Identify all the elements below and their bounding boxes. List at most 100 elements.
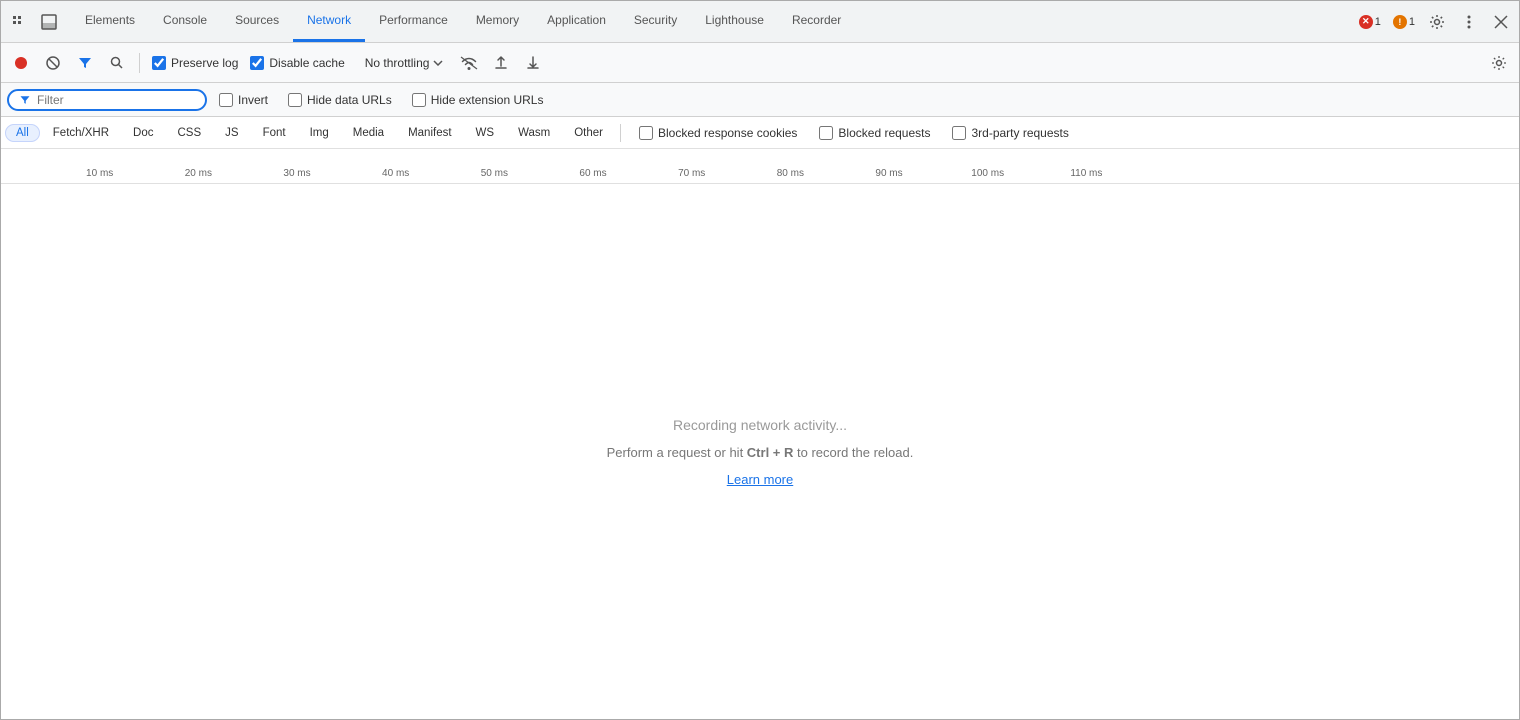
throttle-btn[interactable]: No throttling bbox=[357, 53, 452, 73]
hide-data-urls-label[interactable]: Hide data URLs bbox=[284, 91, 396, 109]
disable-cache-text: Disable cache bbox=[269, 56, 344, 70]
preserve-log-label[interactable]: Preserve log bbox=[148, 54, 242, 72]
empty-title: Recording network activity... bbox=[673, 417, 847, 433]
tab-bar-right: ✕ 1 ! 1 bbox=[1355, 8, 1515, 36]
tab-console[interactable]: Console bbox=[149, 1, 221, 42]
timeline-marker: 110 ms bbox=[1070, 168, 1102, 179]
throttle-wrap: No throttling bbox=[357, 53, 452, 73]
type-sep bbox=[620, 124, 621, 142]
empty-subtitle: Perform a request or hit Ctrl + R to rec… bbox=[607, 445, 914, 460]
hide-data-urls-text: Hide data URLs bbox=[307, 93, 392, 107]
type-btn-js[interactable]: JS bbox=[214, 124, 249, 142]
empty-state: Recording network activity... Perform a … bbox=[1, 184, 1519, 719]
blocked-requests-checkbox[interactable] bbox=[819, 126, 833, 140]
error-dot: ✕ bbox=[1359, 15, 1373, 29]
chevron-down-icon bbox=[433, 60, 443, 66]
settings-icon-btn[interactable] bbox=[1423, 8, 1451, 36]
network-settings-btn[interactable] bbox=[1485, 49, 1513, 77]
timeline-marker: 40 ms bbox=[382, 168, 409, 179]
type-btn-other[interactable]: Other bbox=[563, 124, 614, 142]
toolbar-sep-1 bbox=[139, 53, 140, 73]
tab-memory[interactable]: Memory bbox=[462, 1, 533, 42]
clear-btn[interactable] bbox=[39, 49, 67, 77]
filter-checkbox-group: Invert Hide data URLs Hide extension URL… bbox=[215, 91, 547, 109]
throttle-label: No throttling bbox=[365, 56, 430, 70]
hide-ext-urls-text: Hide extension URLs bbox=[431, 93, 544, 107]
tab-bar-icons bbox=[5, 8, 63, 36]
network-conditions-btn[interactable] bbox=[455, 49, 483, 77]
filter-row: Invert Hide data URLs Hide extension URL… bbox=[1, 83, 1519, 117]
tab-recorder[interactable]: Recorder bbox=[778, 1, 855, 42]
tab-lighthouse[interactable]: Lighthouse bbox=[691, 1, 778, 42]
timeline-marker: 10 ms bbox=[86, 168, 113, 179]
learn-more-link[interactable]: Learn more bbox=[727, 472, 793, 487]
3rd-party-checkbox[interactable] bbox=[952, 126, 966, 140]
error-badge[interactable]: ✕ 1 bbox=[1355, 13, 1385, 31]
blocked-cookies-label[interactable]: Blocked response cookies bbox=[635, 124, 801, 142]
empty-subtitle-pre: Perform a request or hit bbox=[607, 445, 747, 460]
tab-sources[interactable]: Sources bbox=[221, 1, 293, 42]
search-btn[interactable] bbox=[103, 49, 131, 77]
empty-subtitle-post: to record the reload. bbox=[793, 445, 913, 460]
upload-icon bbox=[493, 55, 509, 71]
extra-checkboxes: Blocked response cookies Blocked request… bbox=[635, 124, 1073, 142]
dock-icon-btn[interactable] bbox=[35, 8, 63, 36]
timeline-marker: 60 ms bbox=[579, 168, 606, 179]
type-btn-doc[interactable]: Doc bbox=[122, 124, 164, 142]
timeline-marker: 80 ms bbox=[777, 168, 804, 179]
close-icon-btn[interactable] bbox=[1487, 8, 1515, 36]
preserve-log-text: Preserve log bbox=[171, 56, 238, 70]
blocked-requests-text: Blocked requests bbox=[838, 126, 930, 140]
3rd-party-label[interactable]: 3rd-party requests bbox=[948, 124, 1072, 142]
invert-text: Invert bbox=[238, 93, 268, 107]
preserve-log-checkbox[interactable] bbox=[152, 56, 166, 70]
download-icon bbox=[525, 55, 541, 71]
blocked-cookies-text: Blocked response cookies bbox=[658, 126, 797, 140]
invert-checkbox[interactable] bbox=[219, 93, 233, 107]
more-icon-btn[interactable] bbox=[1455, 8, 1483, 36]
type-filter-row: All Fetch/XHR Doc CSS JS Font Img Media … bbox=[1, 117, 1519, 149]
export-btn[interactable] bbox=[519, 49, 547, 77]
tab-network[interactable]: Network bbox=[293, 1, 365, 42]
filter-icon-btn[interactable] bbox=[71, 49, 99, 77]
type-btn-ws[interactable]: WS bbox=[465, 124, 506, 142]
timeline-marker: 90 ms bbox=[875, 168, 902, 179]
tab-elements[interactable]: Elements bbox=[71, 1, 149, 42]
filter-funnel-icon bbox=[19, 94, 31, 106]
filter-input[interactable] bbox=[37, 93, 177, 107]
timeline-marker: 70 ms bbox=[678, 168, 705, 179]
type-btn-img[interactable]: Img bbox=[299, 124, 340, 142]
disable-cache-label[interactable]: Disable cache bbox=[246, 54, 348, 72]
3rd-party-text: 3rd-party requests bbox=[971, 126, 1068, 140]
tab-application[interactable]: Application bbox=[533, 1, 620, 42]
type-btn-fetch-xhr[interactable]: Fetch/XHR bbox=[42, 124, 120, 142]
type-btn-css[interactable]: CSS bbox=[166, 124, 212, 142]
timeline-marker: 50 ms bbox=[481, 168, 508, 179]
type-btn-font[interactable]: Font bbox=[252, 124, 297, 142]
cursor-icon-btn[interactable] bbox=[5, 8, 33, 36]
blocked-requests-label[interactable]: Blocked requests bbox=[815, 124, 934, 142]
disable-cache-checkbox[interactable] bbox=[250, 56, 264, 70]
warning-count: 1 bbox=[1409, 16, 1415, 28]
record-btn[interactable] bbox=[7, 49, 35, 77]
type-btn-media[interactable]: Media bbox=[342, 124, 395, 142]
import-btn[interactable] bbox=[487, 49, 515, 77]
devtools-window: Elements Console Sources Network Perform… bbox=[0, 0, 1520, 720]
hide-data-urls-checkbox[interactable] bbox=[288, 93, 302, 107]
hide-ext-urls-label[interactable]: Hide extension URLs bbox=[408, 91, 548, 109]
error-count: 1 bbox=[1375, 16, 1381, 28]
warning-dot: ! bbox=[1393, 15, 1407, 29]
type-btn-manifest[interactable]: Manifest bbox=[397, 124, 462, 142]
type-btn-wasm[interactable]: Wasm bbox=[507, 124, 561, 142]
tab-security[interactable]: Security bbox=[620, 1, 691, 42]
blocked-cookies-checkbox[interactable] bbox=[639, 126, 653, 140]
hide-ext-urls-checkbox[interactable] bbox=[412, 93, 426, 107]
tab-list: Elements Console Sources Network Perform… bbox=[71, 1, 1355, 42]
warning-badge[interactable]: ! 1 bbox=[1389, 13, 1419, 31]
timeline-marker: 30 ms bbox=[283, 168, 310, 179]
invert-label[interactable]: Invert bbox=[215, 91, 272, 109]
type-btn-all[interactable]: All bbox=[5, 124, 40, 142]
tab-performance[interactable]: Performance bbox=[365, 1, 462, 42]
tab-bar: Elements Console Sources Network Perform… bbox=[1, 1, 1519, 43]
timeline-marker: 20 ms bbox=[185, 168, 212, 179]
